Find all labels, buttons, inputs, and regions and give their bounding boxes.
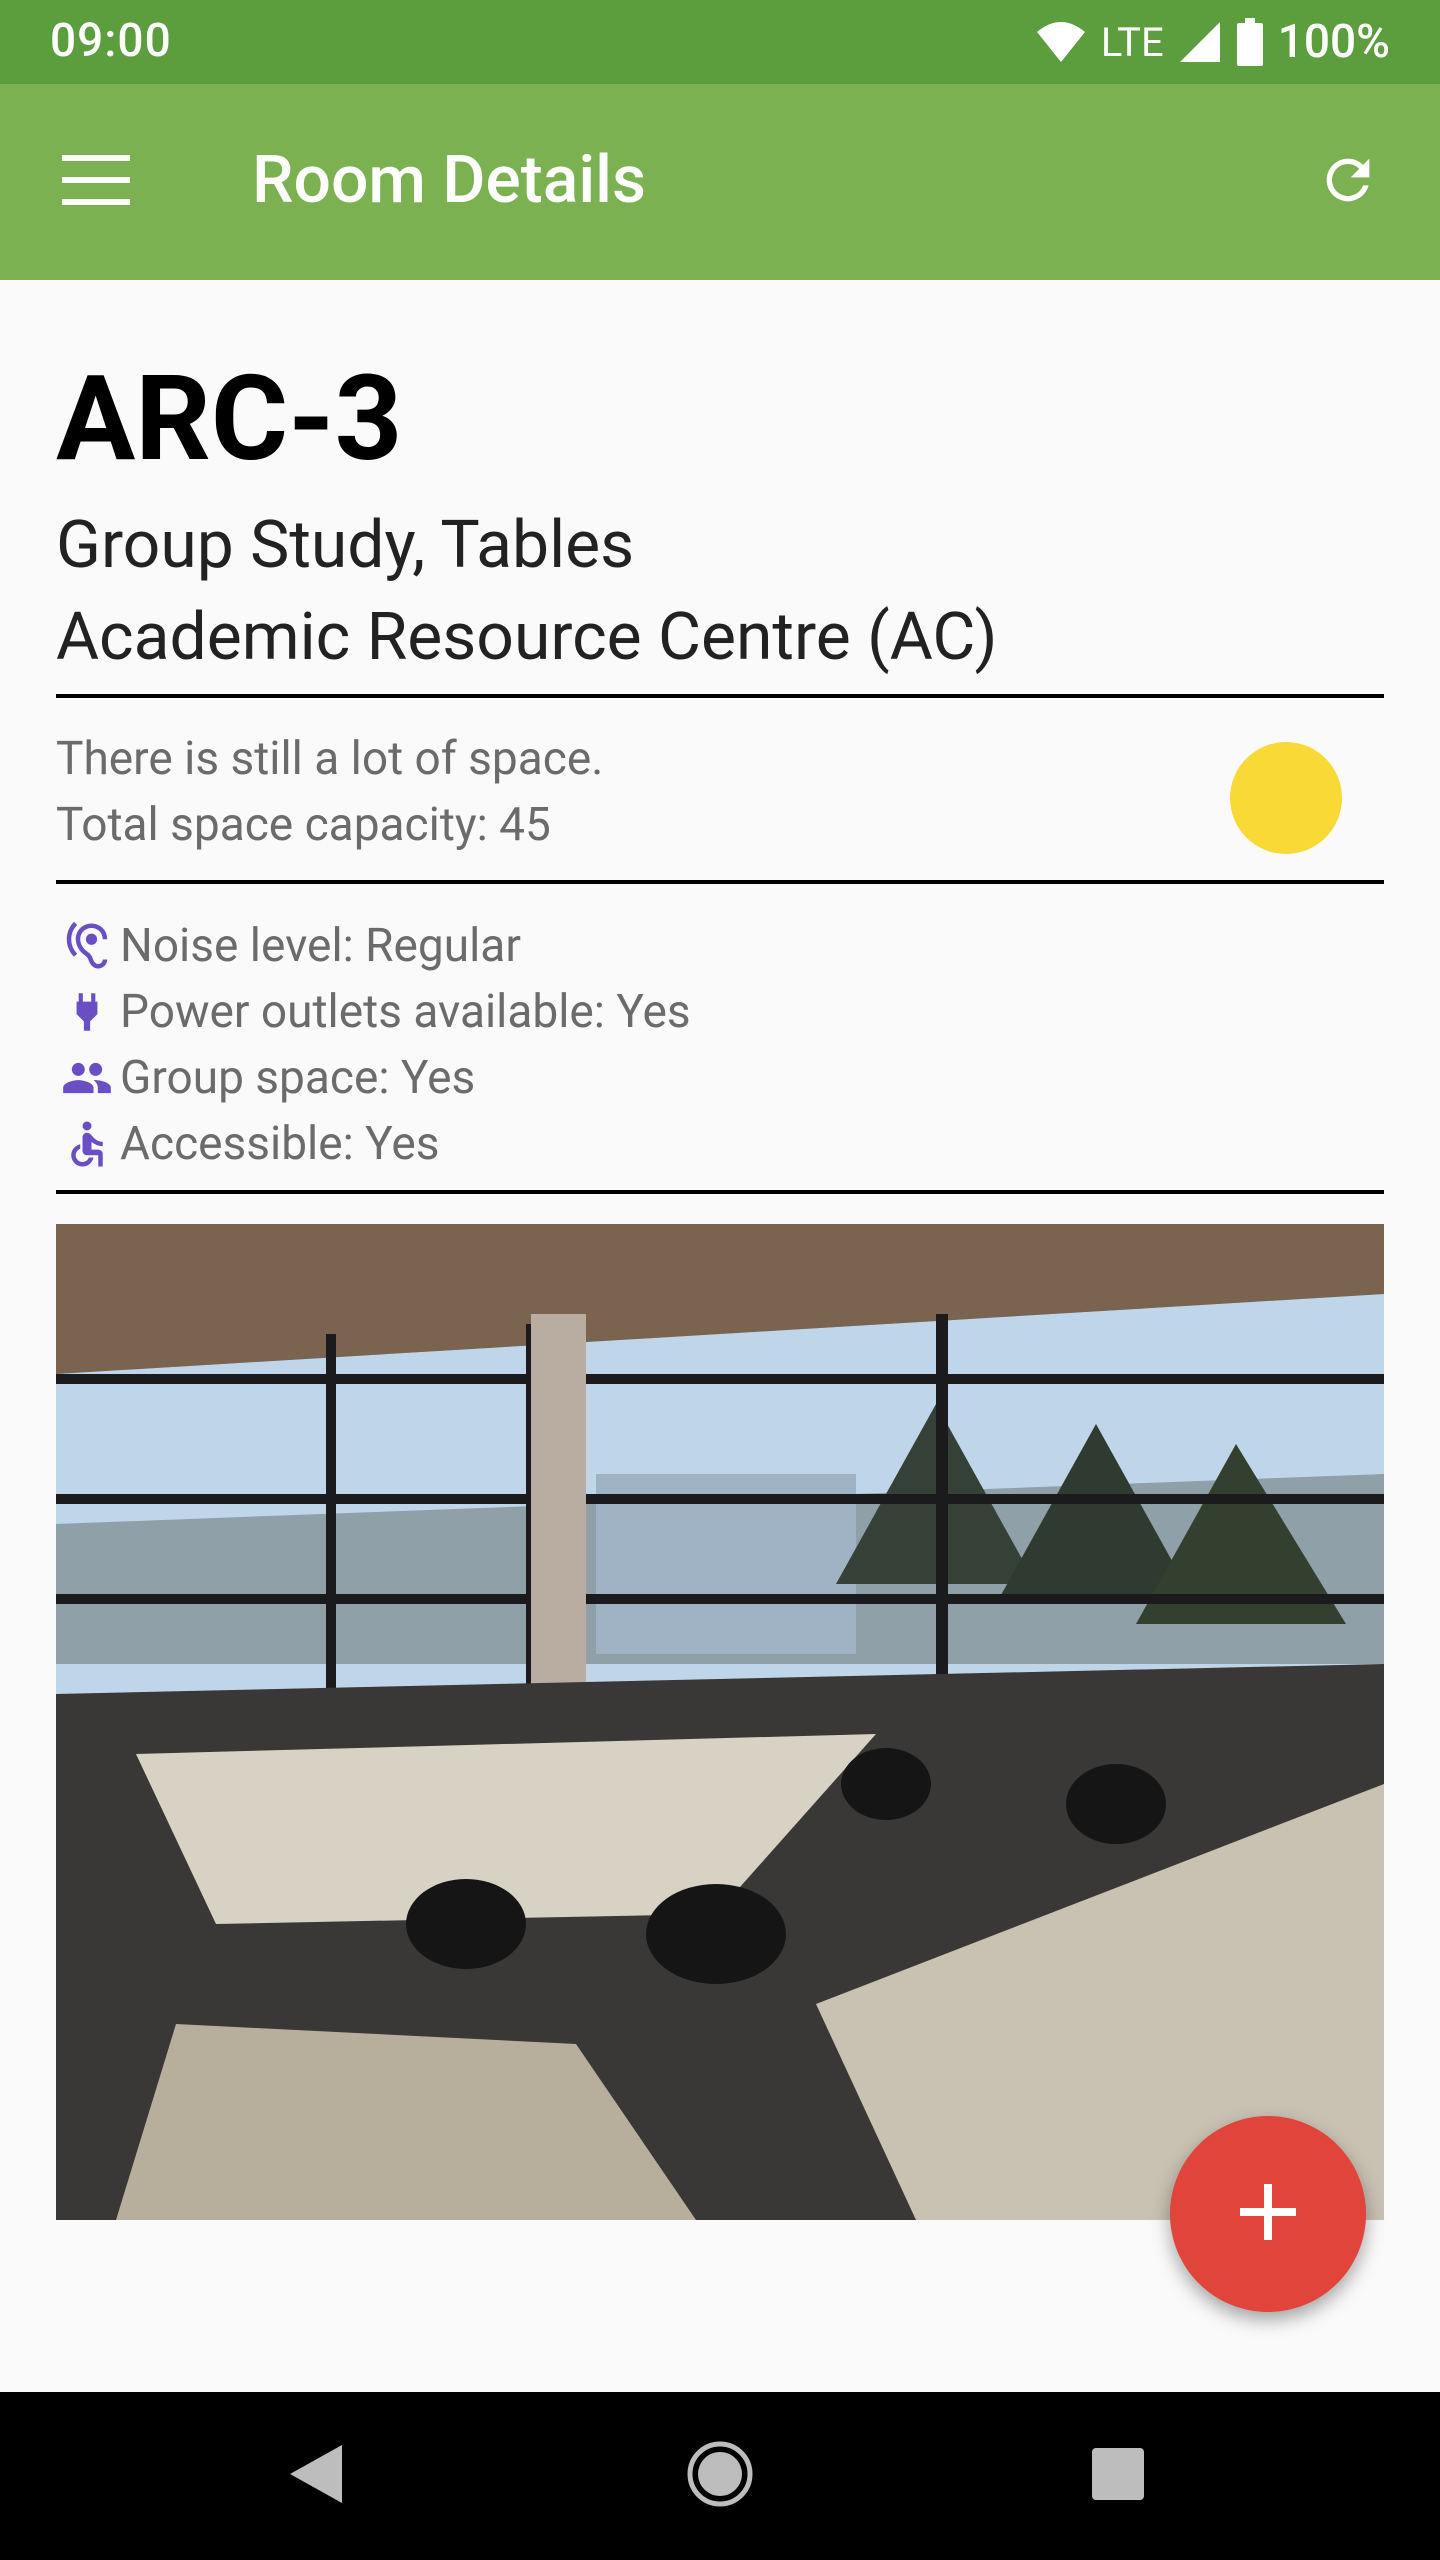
capacity-indicator [1230,742,1342,854]
home-button[interactable] [660,2426,780,2526]
refresh-icon [1316,148,1380,216]
room-photo [56,1224,1384,2220]
capacity-total: Total space capacity: 45 [56,798,551,852]
status-time: 09:00 [50,14,172,68]
recents-button[interactable] [1058,2426,1178,2526]
menu-icon [62,155,130,209]
page-title: Room Details [252,142,646,219]
divider [56,1190,1384,1194]
back-icon [288,2443,344,2509]
feature-accessible: Accessible: Yes [56,1114,439,1174]
feature-label: Group space: Yes [120,1051,476,1105]
status-icons: LTE 100% [1035,14,1390,70]
cell-signal-icon [1178,20,1222,64]
group-icon [56,1048,118,1108]
feature-power: Power outlets available: Yes [56,982,691,1042]
refresh-button[interactable] [1296,130,1400,234]
feature-noise: Noise level: Regular [56,916,521,976]
back-button[interactable] [256,2426,376,2526]
feature-label: Accessible: Yes [120,1117,440,1171]
recents-icon [1090,2446,1146,2506]
feature-label: Power outlets available: Yes [120,985,691,1039]
battery-level: 100% [1277,15,1390,69]
add-button[interactable] [1170,2116,1366,2312]
feature-label: Noise level: Regular [120,919,521,973]
room-type: Group Study, Tables [56,507,635,584]
feature-group: Group space: Yes [56,1048,475,1108]
accessible-icon [56,1114,118,1174]
plus-icon [1240,2184,1296,2244]
power-plug-icon [56,982,118,1042]
wifi-icon [1035,20,1087,64]
system-nav-bar [0,2392,1440,2560]
menu-button[interactable] [48,134,144,230]
hearing-icon [56,916,118,976]
divider [56,880,1384,884]
app-bar: Room Details [0,84,1440,280]
status-bar: 09:00 LTE 100% [0,0,1440,84]
divider [56,694,1384,698]
home-icon [687,2441,753,2511]
capacity-status: There is still a lot of space. [56,732,604,786]
network-type: LTE [1100,18,1164,66]
battery-icon [1236,18,1264,66]
room-name: ARC-3 [56,350,403,488]
room-building: Academic Resource Centre (AC) [56,599,998,676]
